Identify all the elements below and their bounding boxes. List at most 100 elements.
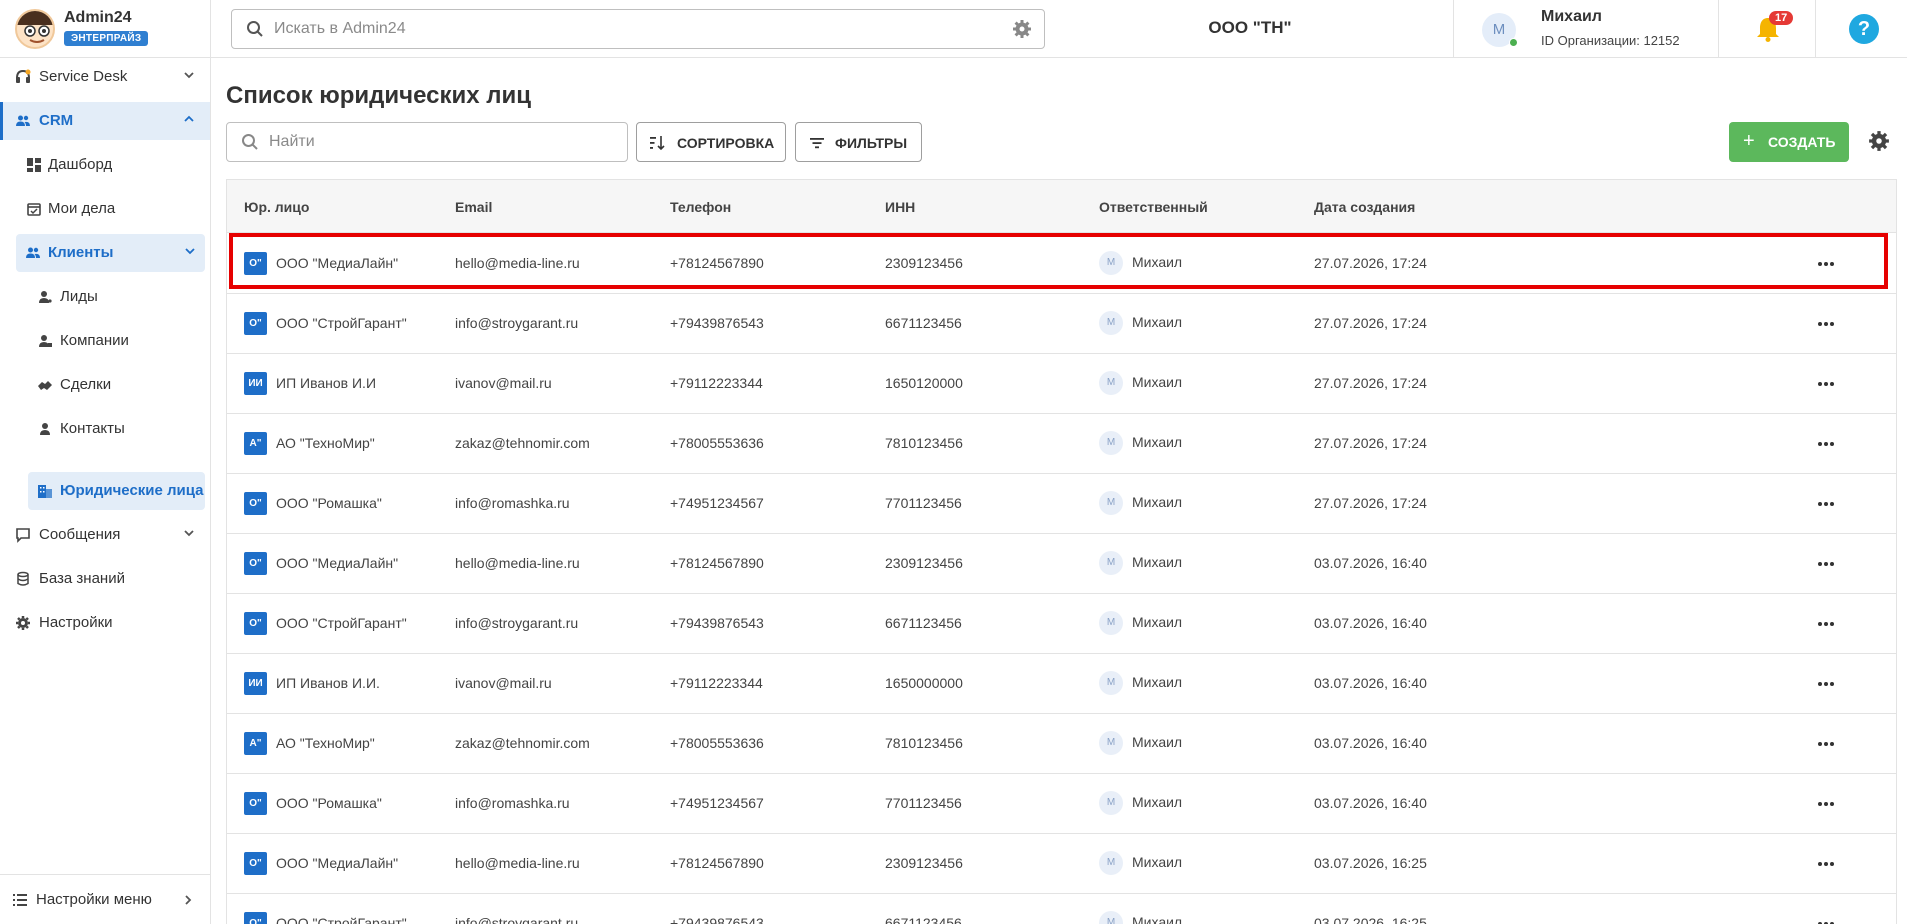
entity-email: info@stroygarant.ru	[455, 615, 579, 631]
column-header-entity[interactable]: Юр. лицо	[244, 199, 309, 215]
sort-label: СОРТИРОВКА	[677, 135, 775, 151]
sidebar-item-knowledge-base[interactable]: База знаний	[0, 560, 210, 598]
created-date: 27.07.2026, 17:24	[1314, 315, 1427, 331]
sort-button[interactable]: СОРТИРОВКА	[636, 122, 786, 162]
search-settings-gear-icon[interactable]	[1012, 19, 1032, 43]
column-header-email[interactable]: Email	[455, 199, 492, 215]
more-actions-icon[interactable]	[1816, 914, 1836, 924]
more-actions-icon[interactable]	[1816, 854, 1836, 874]
entity-name: ООО "МедиаЛайн"	[276, 255, 399, 271]
entity-email: zakaz@tehnomir.com	[455, 435, 590, 451]
entity-inn: 1650120000	[885, 375, 963, 391]
edition-badge: ЭНТЕРПРАЙЗ	[64, 31, 149, 46]
sidebar-item-companies[interactable]: Компании	[0, 322, 210, 360]
more-actions-icon[interactable]	[1816, 494, 1836, 514]
table-row[interactable]: О" ООО "Ромашка" info@romashka.ru +74951234…	[227, 474, 1896, 534]
entity-phone: +74951234567	[670, 495, 764, 511]
entity-phone: +78124567890	[670, 555, 764, 571]
entity-name: ООО "СтройГарант"	[276, 615, 407, 631]
responsible-name: Михаил	[1132, 494, 1183, 510]
table-row[interactable]: А" АО "ТехноМир" zakaz@tehnomir.com +780055…	[227, 414, 1896, 474]
table-row[interactable]: ИИ ИП Иванов И.И ivanov@mail.ru +7911222334…	[227, 354, 1896, 414]
table-row[interactable]: О" ООО "СтройГарант" info@stroygarant.ru +7…	[227, 594, 1896, 654]
entity-name: АО "ТехноМир"	[276, 735, 375, 751]
sidebar-item-contacts[interactable]: Контакты	[0, 410, 210, 448]
entity-inn: 2309123456	[885, 255, 963, 271]
search-icon	[246, 20, 264, 42]
help-button[interactable]: ?	[1849, 14, 1879, 44]
table-row[interactable]: О" ООО "СтройГарант" info@stroygarant.ru +7…	[227, 894, 1896, 924]
responsible-name: Михаил	[1132, 794, 1183, 810]
more-actions-icon[interactable]	[1816, 614, 1836, 634]
menu-settings[interactable]: Настройки меню	[0, 874, 210, 924]
table-row[interactable]: А" АО "ТехноМир" zakaz@tehnomir.com +780055…	[227, 714, 1896, 774]
responsible-name: Михаил	[1132, 434, 1183, 450]
responsible-avatar: М	[1099, 311, 1123, 335]
sidebar-item-service-desk[interactable]: Service Desk	[0, 58, 210, 96]
column-header-inn[interactable]: ИНН	[885, 199, 915, 215]
sidebar-item-label: Лиды	[60, 288, 98, 305]
more-actions-icon[interactable]	[1816, 434, 1836, 454]
more-actions-icon[interactable]	[1816, 314, 1836, 334]
entity-type-badge: О"	[244, 792, 267, 815]
table-row[interactable]: О" ООО "МедиаЛайн" hello@media-line.ru +781…	[227, 834, 1896, 894]
filter-icon	[809, 135, 825, 154]
find-placeholder: Найти	[269, 133, 315, 150]
sidebar-item-label: CRM	[39, 112, 74, 129]
user-profile[interactable]: М Михаил ID Организации: 12152	[1453, 0, 1719, 58]
sidebar-item-leads[interactable]: Лиды	[0, 278, 210, 316]
sidebar-item-label: Компании	[60, 332, 129, 349]
find-input[interactable]: Найти	[226, 122, 628, 162]
responsible-avatar: М	[1099, 551, 1123, 575]
global-search-input[interactable]: Искать в Admin24	[231, 9, 1045, 49]
column-header-phone[interactable]: Телефон	[670, 199, 731, 215]
responsible-name: Михаил	[1132, 614, 1183, 630]
column-header-created-date[interactable]: Дата создания	[1314, 199, 1415, 215]
create-button[interactable]: + СОЗДАТЬ	[1729, 122, 1849, 162]
sidebar-item-my-tasks[interactable]: Мои дела	[0, 190, 210, 228]
notifications-button[interactable]: 17	[1719, 0, 1816, 58]
more-actions-icon[interactable]	[1816, 554, 1836, 574]
column-header-responsible[interactable]: Ответственный	[1099, 199, 1208, 215]
sidebar-item-settings[interactable]: Настройки	[0, 604, 210, 642]
entity-phone: +78124567890	[670, 255, 764, 271]
plus-icon: +	[1743, 130, 1755, 152]
responsible-avatar: М	[1099, 791, 1123, 815]
sidebar-item-clients[interactable]: Клиенты	[16, 234, 205, 272]
table-settings-gear-icon[interactable]	[1868, 130, 1890, 156]
organization-name[interactable]: ООО "ТН"	[1150, 18, 1350, 38]
sidebar-item-dashboard[interactable]: Дашборд	[0, 146, 210, 184]
entity-type-badge: А"	[244, 432, 267, 455]
entity-name: ООО "Ромашка"	[276, 795, 382, 811]
building-icon	[37, 483, 53, 499]
chevron-down-icon	[182, 68, 196, 82]
brand[interactable]: Admin24 ЭНТЕРПРАЙЗ	[0, 0, 211, 58]
filters-button[interactable]: ФИЛЬТРЫ	[795, 122, 922, 162]
created-date: 27.07.2026, 17:24	[1314, 495, 1427, 511]
sidebar-item-deals[interactable]: Сделки	[0, 366, 210, 404]
chat-icon	[15, 527, 31, 543]
entity-email: hello@media-line.ru	[455, 255, 580, 271]
table-row[interactable]: О" ООО "МедиаЛайн" hello@media-line.ru +781…	[227, 534, 1896, 594]
more-actions-icon[interactable]	[1816, 794, 1836, 814]
more-actions-icon[interactable]	[1816, 734, 1836, 754]
search-icon	[241, 133, 259, 155]
table-row[interactable]: О" ООО "МедиаЛайн" hello@media-line.ru +781…	[227, 234, 1896, 294]
sidebar-item-messages[interactable]: Сообщения	[0, 516, 210, 554]
filters-label: ФИЛЬТРЫ	[835, 135, 908, 151]
more-actions-icon[interactable]	[1816, 254, 1836, 274]
sidebar-item-legal-entities[interactable]: Юридические лица	[28, 472, 205, 510]
list-icon	[13, 893, 27, 911]
entity-phone: +79112223344	[670, 675, 763, 691]
more-actions-icon[interactable]	[1816, 374, 1836, 394]
entity-type-badge: О"	[244, 252, 267, 275]
headset-icon	[15, 69, 31, 85]
sidebar-item-label: Дашборд	[48, 156, 113, 173]
created-date: 03.07.2026, 16:40	[1314, 735, 1427, 751]
table-row[interactable]: О" ООО "Ромашка" info@romashka.ru +74951234…	[227, 774, 1896, 834]
table-row[interactable]: О" ООО "СтройГарант" info@stroygarant.ru +7…	[227, 294, 1896, 354]
more-actions-icon[interactable]	[1816, 674, 1836, 694]
entity-email: info@romashka.ru	[455, 495, 570, 511]
sidebar-item-crm[interactable]: CRM	[0, 102, 210, 140]
table-row[interactable]: ИИ ИП Иванов И.И. ivanov@mail.ru +791122233…	[227, 654, 1896, 714]
